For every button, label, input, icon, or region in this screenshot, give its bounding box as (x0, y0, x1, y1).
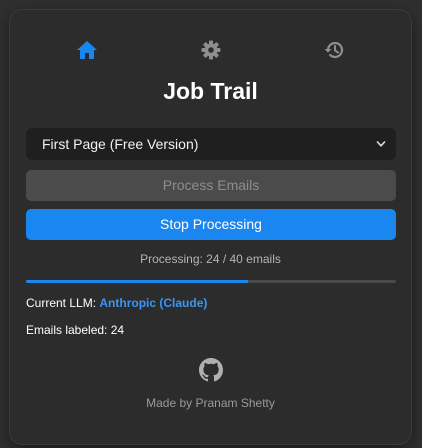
nav-home-button[interactable] (74, 38, 100, 62)
github-icon[interactable] (199, 358, 223, 382)
processing-status: Processing: 24 / 40 emails (140, 252, 281, 266)
app-title: Job Trail (163, 78, 258, 104)
gear-icon (201, 40, 221, 60)
top-nav (10, 38, 411, 62)
nav-history-button[interactable] (321, 38, 347, 62)
current-llm-label: Current LLM: (26, 296, 97, 310)
footer-credit: Made by Pranam Shetty (146, 396, 275, 410)
progress-bar-fill (26, 280, 248, 283)
mode-select-value: First Page (Free Version) (42, 136, 199, 152)
home-icon (77, 41, 97, 59)
stop-processing-button[interactable]: Stop Processing (26, 209, 396, 240)
emails-labeled-count: Emails labeled: 24 (26, 323, 125, 337)
popup-panel: Job Trail First Page (Free Version) Proc… (10, 10, 411, 444)
nav-settings-button[interactable] (198, 38, 224, 62)
process-emails-button[interactable]: Process Emails (26, 170, 396, 201)
mode-select[interactable]: First Page (Free Version) (26, 128, 396, 160)
progress-bar (26, 280, 396, 283)
history-icon (324, 41, 344, 59)
chevron-down-icon (376, 141, 386, 147)
current-llm-row: Current LLM: Anthropic (Claude) (26, 296, 207, 310)
current-llm-link[interactable]: Anthropic (Claude) (99, 296, 207, 310)
